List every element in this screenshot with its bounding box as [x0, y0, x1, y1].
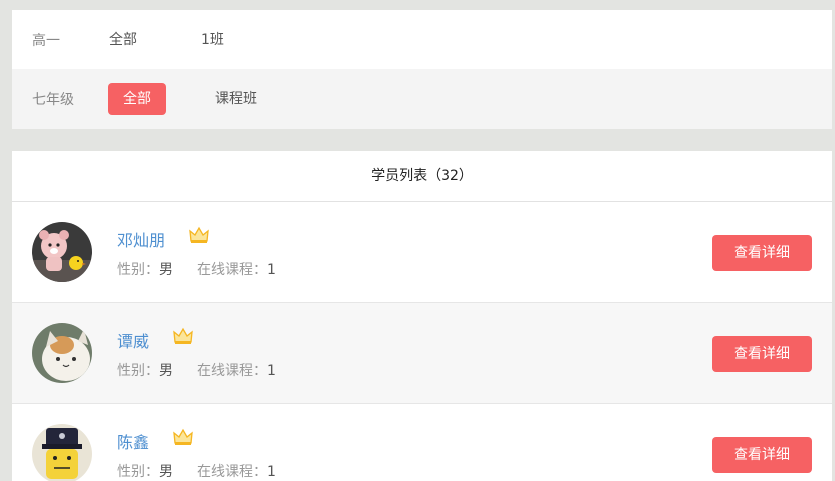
filter-chip-class-1[interactable]: 1班: [186, 24, 239, 56]
course-count-label: 在线课程：: [197, 363, 267, 379]
gender-label: 性别：: [117, 363, 159, 379]
crown-icon: [189, 226, 209, 243]
student-name[interactable]: 陈鑫: [117, 429, 149, 453]
student-row: 谭威 性别：男 在线课程：1 查看详细: [12, 303, 832, 404]
student-name[interactable]: 邓灿朋: [117, 227, 165, 251]
course-count-label: 在线课程：: [197, 262, 267, 278]
gender-value: 男: [159, 464, 173, 480]
filter-label-level: 七年级: [32, 92, 74, 108]
course-count-value: 1: [267, 262, 276, 278]
course-count-value: 1: [267, 464, 276, 480]
cartoon-cat-avatar[interactable]: [32, 323, 92, 383]
pink-bear-toy-avatar[interactable]: [32, 222, 92, 282]
crown-icon: [173, 428, 193, 445]
filter-row-grade: 高一 全部 1班: [12, 10, 832, 69]
student-meta: 性别：男 在线课程：1: [117, 259, 276, 279]
student-meta: 性别：男 在线课程：1: [117, 461, 276, 481]
gender-value: 男: [159, 363, 173, 379]
gender-value: 男: [159, 262, 173, 278]
view-details-button[interactable]: 查看详细: [712, 235, 812, 271]
filter-chip-all-classes[interactable]: 全部: [94, 24, 152, 56]
course-count-value: 1: [267, 363, 276, 379]
student-row: 陈鑫 性别：男 在线课程：1 查看详细: [12, 404, 832, 481]
crown-icon: [173, 327, 193, 344]
student-meta: 性别：男 在线课程：1: [117, 360, 276, 380]
student-list-title: 学员列表（32）: [12, 151, 832, 202]
student-row: 邓灿朋 性别：男 在线课程：1 查看详细: [12, 202, 832, 303]
gender-label: 性别：: [117, 262, 159, 278]
filter-panel: 高一 全部 1班 七年级 全部 课程班: [12, 10, 832, 129]
filter-label-grade: 高一: [32, 32, 60, 49]
filter-row-level: 七年级 全部 课程班: [12, 69, 832, 129]
filter-chip-all-level[interactable]: 全部: [108, 83, 166, 115]
course-count-label: 在线课程：: [197, 464, 267, 480]
lego-police-avatar[interactable]: [32, 424, 92, 481]
student-list-panel: 学员列表（32） 邓灿朋 性别：男 在线课程：1 查看详细 谭威 性别：男 在线…: [12, 151, 832, 481]
view-details-button[interactable]: 查看详细: [712, 437, 812, 473]
view-details-button[interactable]: 查看详细: [712, 336, 812, 372]
filter-chip-course-class[interactable]: 课程班: [200, 83, 272, 115]
gender-label: 性别：: [117, 464, 159, 480]
student-name[interactable]: 谭威: [117, 328, 149, 352]
